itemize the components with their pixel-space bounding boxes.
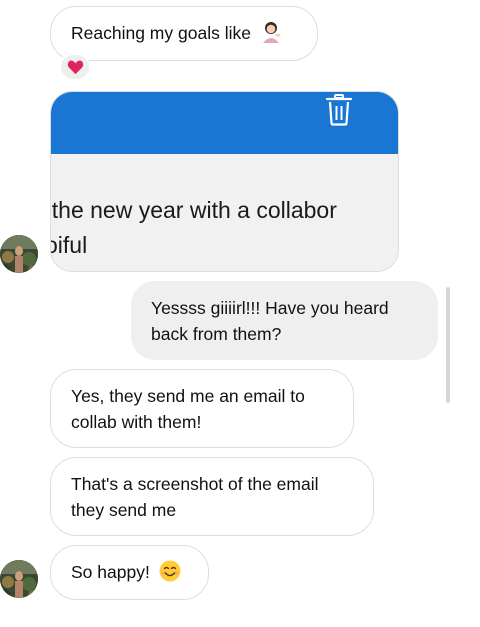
trash-icon [324,94,354,131]
chat-thread: Reaching my goals like: the new year wi… [0,0,480,627]
shared-post-text-line-1: : the new year with a collabor [50,197,337,223]
message-text-line-1: That's a screenshot of the email [71,474,319,494]
message-text-line-1: Yes, they send me an email to [71,386,305,406]
smiling-face-icon [159,560,181,589]
incoming-message[interactable]: Reaching my goals like [50,6,318,61]
message-text: So happy! [71,562,150,582]
outgoing-message[interactable]: Yessss giiiirl!!! Have you heard back fr… [131,281,438,360]
message-text-line-2: they send me [71,500,177,520]
scrollbar[interactable] [446,287,450,403]
shared-post-text-line-2: oiful [51,232,88,258]
message-text-line-2: back from them? [151,324,282,344]
avatar[interactable] [0,235,38,273]
incoming-message[interactable]: That's a screenshot of the email they se… [50,457,374,536]
message-text-line-2: collab with them! [71,412,202,432]
message-text-line-1: Yessss giiiirl!!! Have you heard [151,298,389,318]
woman-tipping-hand-icon [259,20,283,51]
incoming-message[interactable]: So happy! [50,545,209,600]
shared-post-card[interactable]: : the new year with a collabor oiful [50,91,399,272]
avatar[interactable] [0,560,38,598]
message-text: Reaching my goals like [71,23,251,43]
incoming-message[interactable]: Yes, they send me an email to collab wit… [50,369,354,448]
reaction-badge[interactable] [59,53,91,81]
heart-icon [67,59,84,80]
